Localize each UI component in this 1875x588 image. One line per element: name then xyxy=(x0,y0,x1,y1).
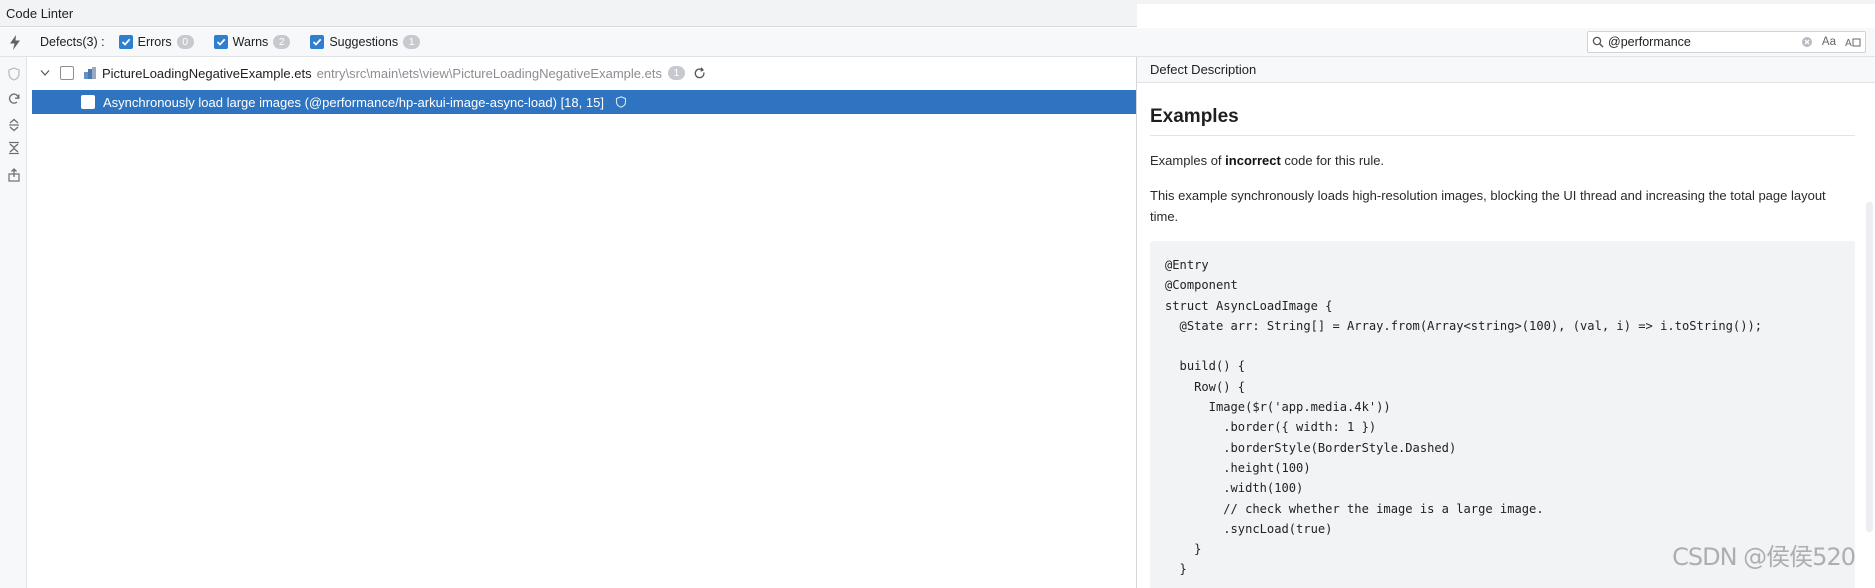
filter-suggestions[interactable]: Suggestions 1 xyxy=(310,35,421,49)
filter-warns-label: Warns xyxy=(232,35,269,49)
file-name: PictureLoadingNegativeExample.ets xyxy=(102,65,312,81)
title-bar: Code Linter xyxy=(0,0,1875,535)
code-line: .borderStyle(BorderStyle.Dashed) xyxy=(1165,440,1457,455)
chevron-down-icon[interactable] xyxy=(36,69,54,77)
filter-errors[interactable]: Errors 0 xyxy=(118,35,194,49)
filter-warns[interactable]: Warns 2 xyxy=(213,35,291,49)
defect-message: Asynchronously load large images (@perfo… xyxy=(103,94,604,110)
suggestions-count-badge: 1 xyxy=(403,35,421,49)
warns-count-badge: 2 xyxy=(273,35,291,49)
collapse-all-icon[interactable] xyxy=(6,140,22,156)
code-line: Image($r('app.media.4k')) xyxy=(1165,400,1391,415)
code-line: .border({ width: 1 }) xyxy=(1165,420,1377,435)
code-line: @State arr: String[] = Array.from(Array<… xyxy=(1165,318,1763,333)
run-lint-icon[interactable] xyxy=(0,34,30,50)
code-line: struct AsyncLoadImage { xyxy=(1165,298,1333,313)
window-title: Code Linter xyxy=(6,5,74,21)
examples-heading: Examples xyxy=(1150,106,1855,136)
checkbox-checked-icon[interactable] xyxy=(310,35,325,49)
file-path: entry\src\main\ets\view\PictureLoadingNe… xyxy=(316,65,662,81)
refresh-icon[interactable] xyxy=(6,91,22,107)
defect-description-header: Defect Description xyxy=(1137,57,1875,83)
scrollbar[interactable] xyxy=(1866,202,1873,532)
svg-text:A: A xyxy=(1845,38,1852,48)
code-line: @Entry xyxy=(1165,258,1209,272)
expand-all-icon[interactable] xyxy=(6,117,22,133)
code-line: .width(100) xyxy=(1165,481,1304,496)
filter-errors-label: Errors xyxy=(137,35,172,49)
code-linter-window: Code Linter Defects(3) : Errors 0 Warns … xyxy=(0,0,1875,588)
code-line: build() { xyxy=(1165,359,1246,374)
defect-checkbox[interactable] xyxy=(81,95,95,109)
defects-summary: Defects(3) : xyxy=(40,35,105,49)
file-defect-count-badge: 1 xyxy=(667,66,685,80)
defect-description-panel: Defect Description Examples Examples of … xyxy=(1137,57,1875,588)
checkbox-checked-icon[interactable] xyxy=(213,35,228,49)
match-case-toggle[interactable]: Aa xyxy=(1822,36,1836,48)
clear-search-icon[interactable] xyxy=(1801,36,1813,48)
defects-tree: PictureLoadingNegativeExample.ets entry\… xyxy=(28,57,1136,588)
code-line: Row() { xyxy=(1165,379,1246,394)
rerun-icon[interactable] xyxy=(693,66,706,80)
ets-file-icon xyxy=(83,66,97,80)
shield-icon xyxy=(615,96,627,108)
search-icon xyxy=(1592,36,1604,48)
regex-icon[interactable]: A xyxy=(1845,36,1861,48)
code-line: @Component xyxy=(1165,278,1238,293)
side-tool-strip xyxy=(0,57,27,588)
errors-count-badge: 0 xyxy=(176,35,194,49)
explanation-text: This example synchronously loads high-re… xyxy=(1150,188,1826,224)
tree-file-row[interactable]: PictureLoadingNegativeExample.ets entry\… xyxy=(28,62,1136,84)
description-content: Examples Examples of incorrect code for … xyxy=(1137,106,1875,588)
file-checkbox[interactable] xyxy=(60,66,74,80)
filter-toolbar: Defects(3) : Errors 0 Warns 2 Suggestion… xyxy=(0,28,1875,57)
search-input[interactable] xyxy=(1608,35,1801,49)
defects-count-label: Defects(3) xyxy=(40,35,98,49)
checkbox-checked-icon[interactable] xyxy=(118,35,133,49)
code-example: @Entry @Component struct AsyncLoadImage { … xyxy=(1150,241,1855,588)
intro-text: Examples of incorrect code for this rule… xyxy=(1150,150,1855,171)
intro-suffix: code for this rule. xyxy=(1280,153,1385,168)
watermark: CSDN @侯侯520 xyxy=(1672,543,1856,571)
filter-suggestions-label: Suggestions xyxy=(329,35,399,49)
search-options: Aa A xyxy=(1801,36,1861,48)
code-line: // check whether the image is a large im… xyxy=(1165,501,1544,516)
defect-row-selected[interactable]: Asynchronously load large images (@perfo… xyxy=(32,90,1136,114)
search-box: Aa A xyxy=(1587,31,1866,53)
export-icon[interactable] xyxy=(6,167,22,183)
code-line: .height(100) xyxy=(1165,460,1311,475)
defects-separator: : xyxy=(101,35,105,49)
shield-icon[interactable] xyxy=(6,66,22,82)
intro-prefix: Examples of xyxy=(1150,153,1226,168)
intro-bold: incorrect xyxy=(1225,153,1281,168)
